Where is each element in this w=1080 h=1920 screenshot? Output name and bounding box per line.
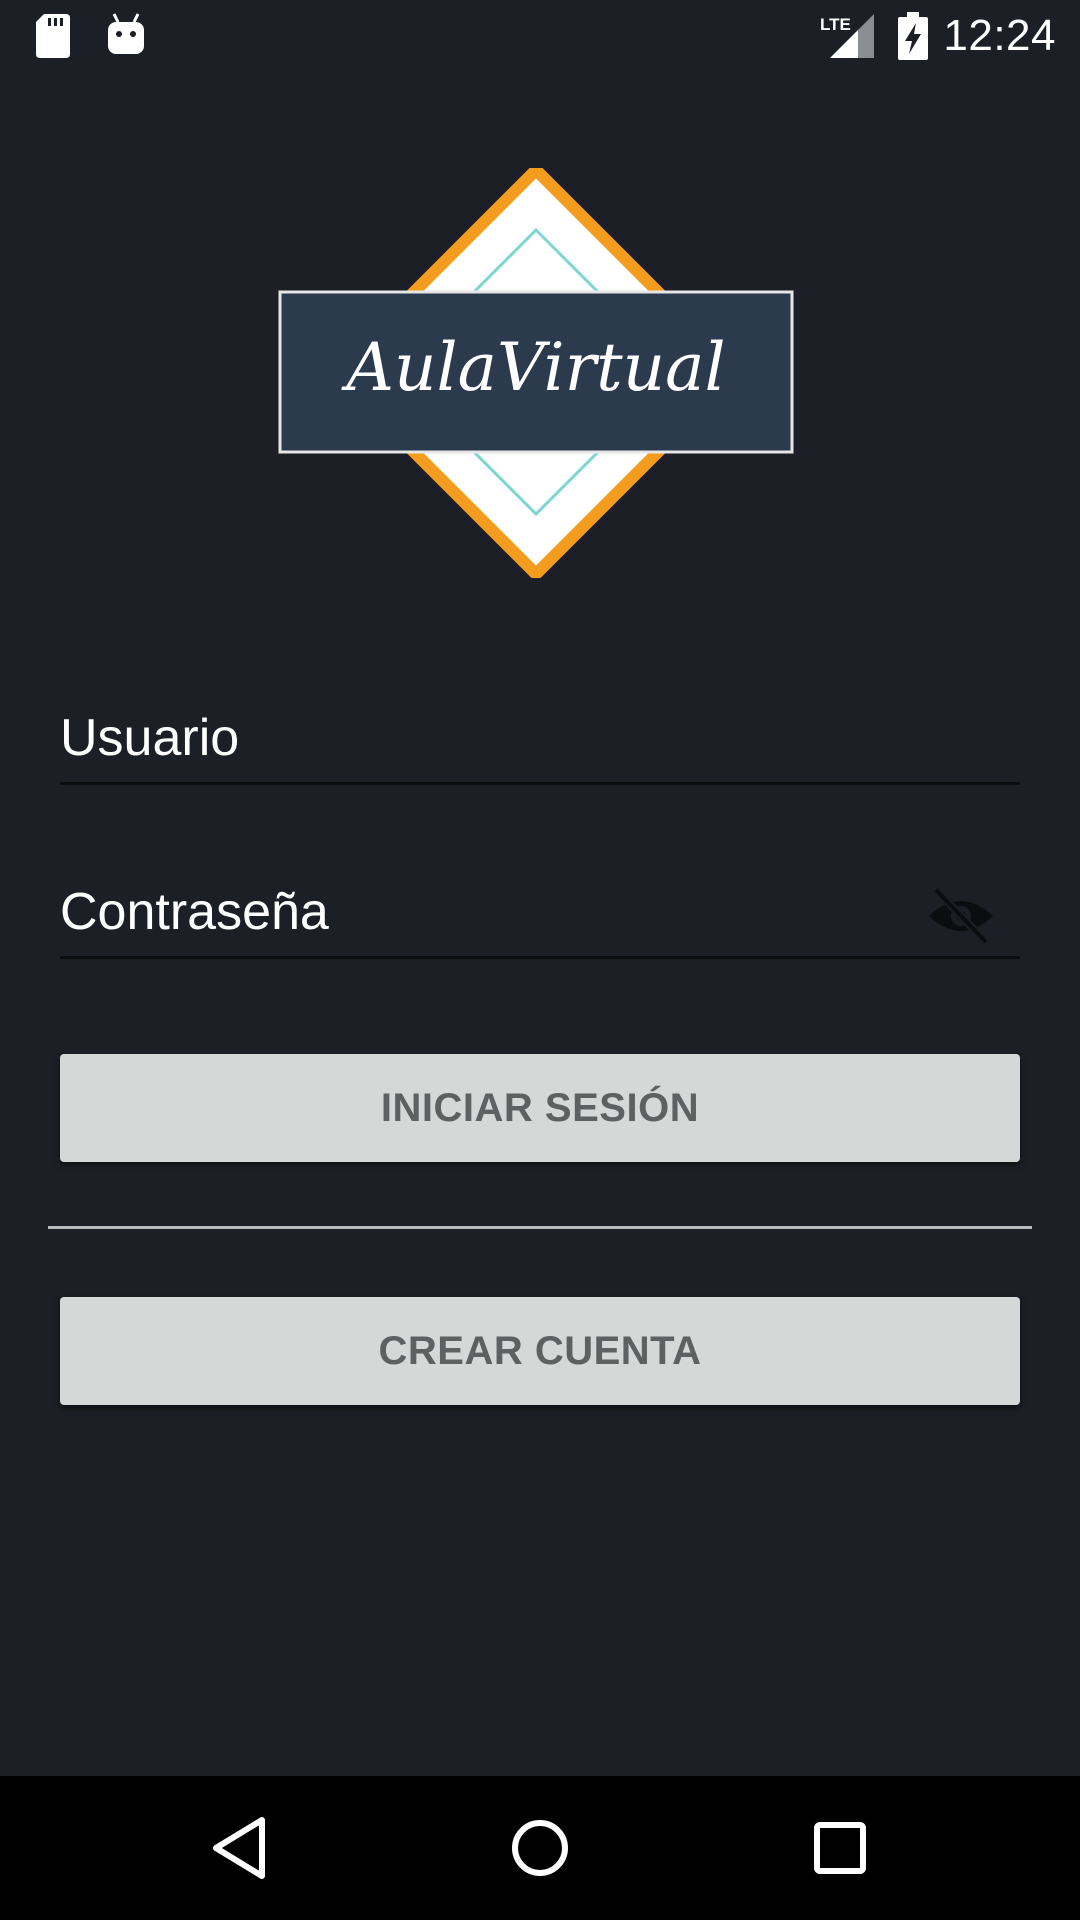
username-label: Usuario [60, 709, 240, 767]
recents-icon[interactable] [800, 1808, 880, 1888]
status-time: 12:24 [943, 11, 1056, 60]
create-account-button[interactable]: CREAR CUENTA [60, 1297, 1020, 1405]
battery-charging-icon [898, 12, 928, 60]
navigation-bar [0, 1776, 1080, 1920]
login-screen: LTE 12:24 AulaVirtual Usuario Contraseña… [0, 0, 1080, 1920]
sd-card-icon [36, 14, 70, 58]
password-label: Contraseña [60, 883, 329, 941]
aulavirtual-logo: AulaVirtual [278, 168, 794, 578]
back-icon[interactable] [200, 1808, 280, 1888]
home-icon[interactable] [500, 1808, 580, 1888]
password-field[interactable]: Contraseña [60, 866, 1020, 959]
eye-off-icon[interactable] [926, 886, 996, 946]
lte-signal-icon: LTE [820, 14, 874, 58]
logo-text: AulaVirtual [340, 329, 725, 406]
login-button[interactable]: INICIAR SESIÓN [60, 1054, 1020, 1162]
network-label: LTE [820, 15, 851, 34]
android-debug-icon [108, 13, 144, 54]
status-bar: LTE 12:24 [0, 0, 1080, 72]
divider [48, 1226, 1032, 1229]
username-field[interactable]: Usuario [60, 692, 1020, 785]
